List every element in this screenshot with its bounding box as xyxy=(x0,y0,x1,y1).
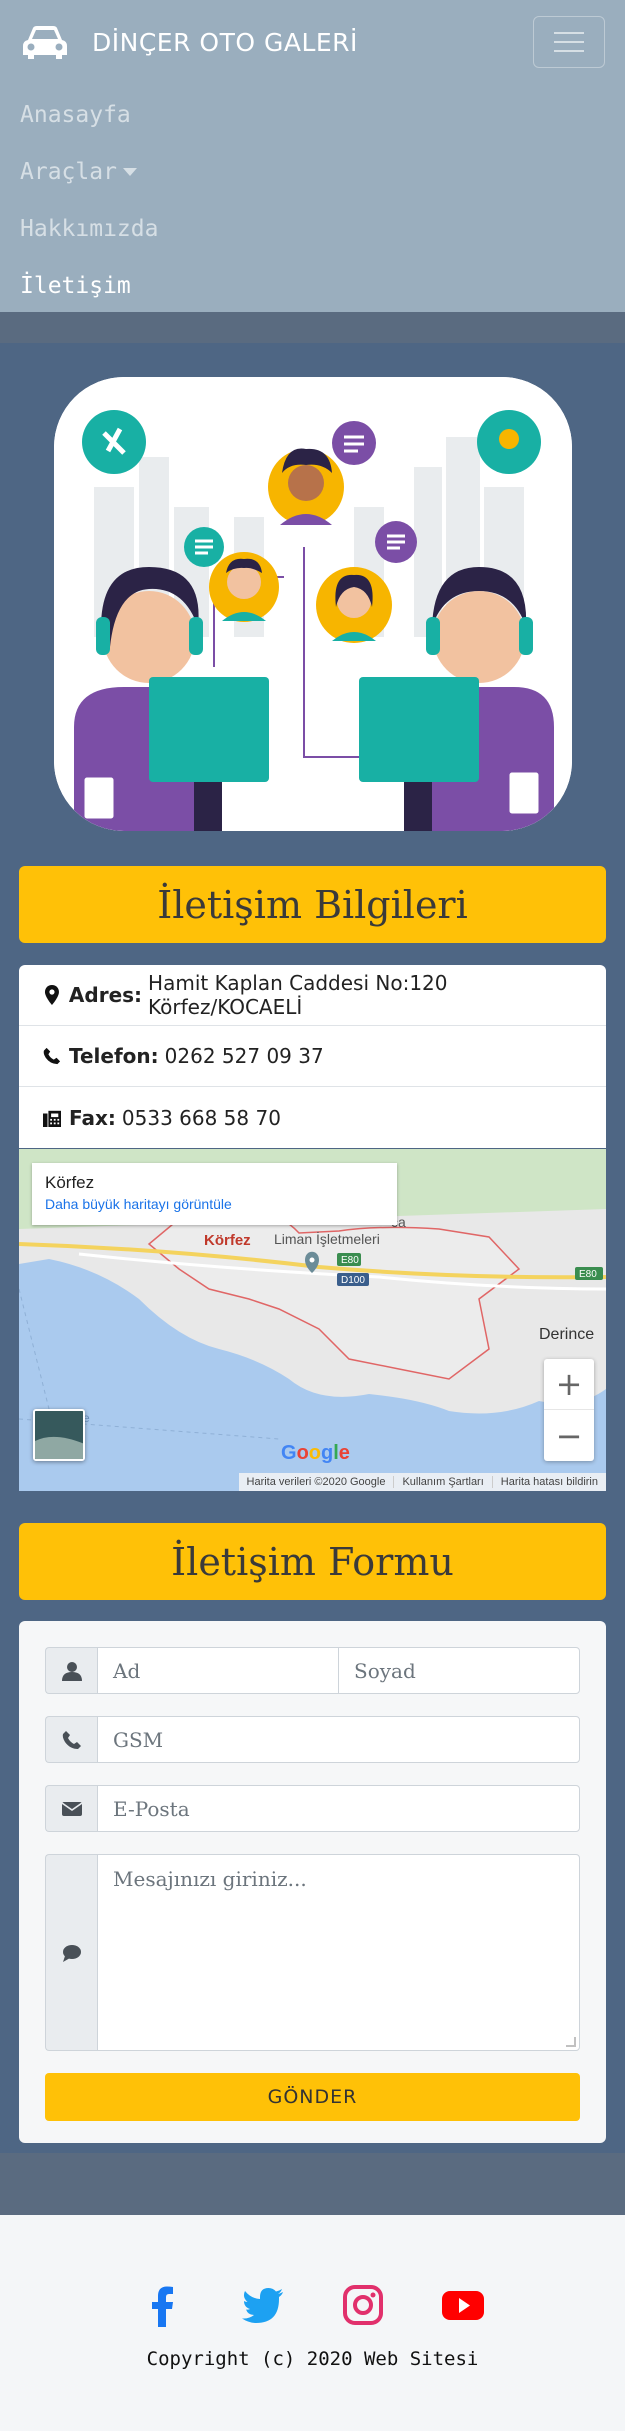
map-label-liman: Liman İşletmeleri xyxy=(274,1230,380,1247)
nav-item-anasayfa[interactable]: Anasayfa xyxy=(20,86,158,143)
customer-support-illustration xyxy=(54,377,572,831)
footer: Copyright (c) 2020 Web Sitesi xyxy=(0,2215,625,2431)
nav-item-hakkimizda[interactable]: Hakkımızda xyxy=(20,200,158,257)
support-team-image xyxy=(54,377,572,831)
twitter-icon[interactable] xyxy=(241,2283,285,2327)
zoom-out-button[interactable]: − xyxy=(544,1410,594,1461)
send-button[interactable]: GÖNDER xyxy=(45,2073,580,2121)
fax-icon xyxy=(43,1110,61,1127)
divider-band xyxy=(0,312,625,343)
name-row: Ad Soyad xyxy=(45,1647,580,1694)
fax-value: 0533 668 58 70 xyxy=(121,1105,281,1130)
map-attribution: Harita verileri ©2020 Google Kullanım Şa… xyxy=(238,1473,606,1491)
copyright-text: Copyright (c) 2020 Web Sitesi xyxy=(146,2348,479,2370)
nav-item-iletisim[interactable]: İletişim xyxy=(20,257,158,314)
phone-icon xyxy=(43,1047,61,1065)
contact-info-list: Adres: Hamit Kaplan Caddesi No:120 Körfe… xyxy=(19,965,606,1148)
first-name-input[interactable]: Ad xyxy=(97,1647,338,1694)
map-label-derince: Derince xyxy=(539,1326,594,1343)
nav-menu: Anasayfa Araçlar Hakkımızda İletişim xyxy=(20,86,158,314)
contact-info-title: İletişim Bilgileri xyxy=(19,866,606,943)
email-row: E-Posta xyxy=(45,1785,580,1832)
envelope-icon xyxy=(61,1801,82,1816)
gsm-input[interactable]: GSM xyxy=(97,1716,580,1763)
footer-divider-band xyxy=(0,2153,625,2215)
contact-form: Ad Soyad GSM E-Posta Mesajınızı giriniz.… xyxy=(19,1621,606,2143)
map-marker-icon xyxy=(44,985,59,1005)
user-icon xyxy=(61,1661,82,1681)
map-road-e80-right: E80 xyxy=(579,1269,597,1280)
zoom-in-button[interactable]: + xyxy=(544,1359,594,1410)
main-section: İletişim Bilgileri Adres: Hamit Kaplan C… xyxy=(0,343,625,2153)
resize-handle-icon[interactable] xyxy=(566,2037,576,2047)
nav-item-araclar-label: Araçlar xyxy=(20,158,117,185)
address-row: Adres: Hamit Kaplan Caddesi No:120 Körfe… xyxy=(19,965,606,1026)
map-place-name: Körfez xyxy=(45,1173,95,1192)
youtube-icon[interactable] xyxy=(441,2283,485,2327)
hamburger-line xyxy=(554,50,584,52)
facebook-icon[interactable] xyxy=(141,2283,185,2327)
hamburger-line xyxy=(554,41,584,43)
brand-name: DİNÇER OTO GALERİ xyxy=(92,27,358,57)
satellite-view-toggle[interactable] xyxy=(33,1409,85,1461)
hamburger-line xyxy=(554,32,584,34)
fax-label: Fax: xyxy=(69,1105,116,1130)
map-terms-link[interactable]: Kullanım Şartları xyxy=(393,1476,491,1488)
last-name-input[interactable]: Soyad xyxy=(338,1647,580,1694)
name-addon xyxy=(45,1647,97,1694)
google-logo: Google xyxy=(281,1442,350,1464)
fax-row: Fax: 0533 668 58 70 xyxy=(19,1087,606,1148)
brand[interactable]: DİNÇER OTO GALERİ xyxy=(20,22,358,62)
map-zoom-controls: + − xyxy=(544,1359,594,1461)
contact-form-title: İletişim Formu xyxy=(19,1523,606,1600)
social-links xyxy=(0,2283,625,2327)
phone-icon xyxy=(62,1730,81,1749)
car-icon xyxy=(23,26,67,59)
caret-down-icon xyxy=(122,167,137,176)
email-input[interactable]: E-Posta xyxy=(97,1785,580,1832)
navbar: DİNÇER OTO GALERİ Anasayfa Araçlar Hakkı… xyxy=(0,0,625,312)
address-value: Hamit Kaplan Caddesi No:120 Körfez/KOCAE… xyxy=(148,971,448,1019)
message-textarea[interactable]: Mesajınızı giriniz... xyxy=(97,1854,580,2051)
nav-item-araclar[interactable]: Araçlar xyxy=(20,143,158,200)
message-row: Mesajınızı giriniz... xyxy=(45,1854,580,2051)
phone-label: Telefon: xyxy=(69,1044,159,1068)
map-road-e80: E80 xyxy=(341,1255,359,1266)
map-road-d100: D100 xyxy=(341,1275,365,1286)
message-addon xyxy=(45,1854,97,2051)
embedded-map[interactable]: Körfez Liman İşletmeleri ca Derince erin… xyxy=(19,1149,606,1491)
map-label-korfez: Körfez xyxy=(204,1232,251,1249)
map-place-card: Körfez Daha büyük haritayı görüntüle xyxy=(32,1163,397,1225)
message-placeholder: Mesajınızı giriniz... xyxy=(113,1867,307,1891)
email-addon xyxy=(45,1785,97,1832)
address-label: Adres: xyxy=(68,983,143,1007)
phone-value: 0262 527 09 37 xyxy=(164,1044,324,1068)
gsm-row: GSM xyxy=(45,1716,580,1763)
instagram-icon[interactable] xyxy=(341,2283,385,2327)
bigger-map-link[interactable]: Daha büyük haritayı görüntüle xyxy=(45,1196,384,1212)
map-data-credit: Harita verileri ©2020 Google xyxy=(246,1476,386,1488)
gsm-addon xyxy=(45,1716,97,1763)
navbar-toggler-button[interactable] xyxy=(533,16,605,68)
phone-row: Telefon: 0262 527 09 37 xyxy=(19,1026,606,1087)
map-report-error-link[interactable]: Harita hatası bildirin xyxy=(491,1476,606,1488)
comment-icon xyxy=(62,1944,81,1962)
